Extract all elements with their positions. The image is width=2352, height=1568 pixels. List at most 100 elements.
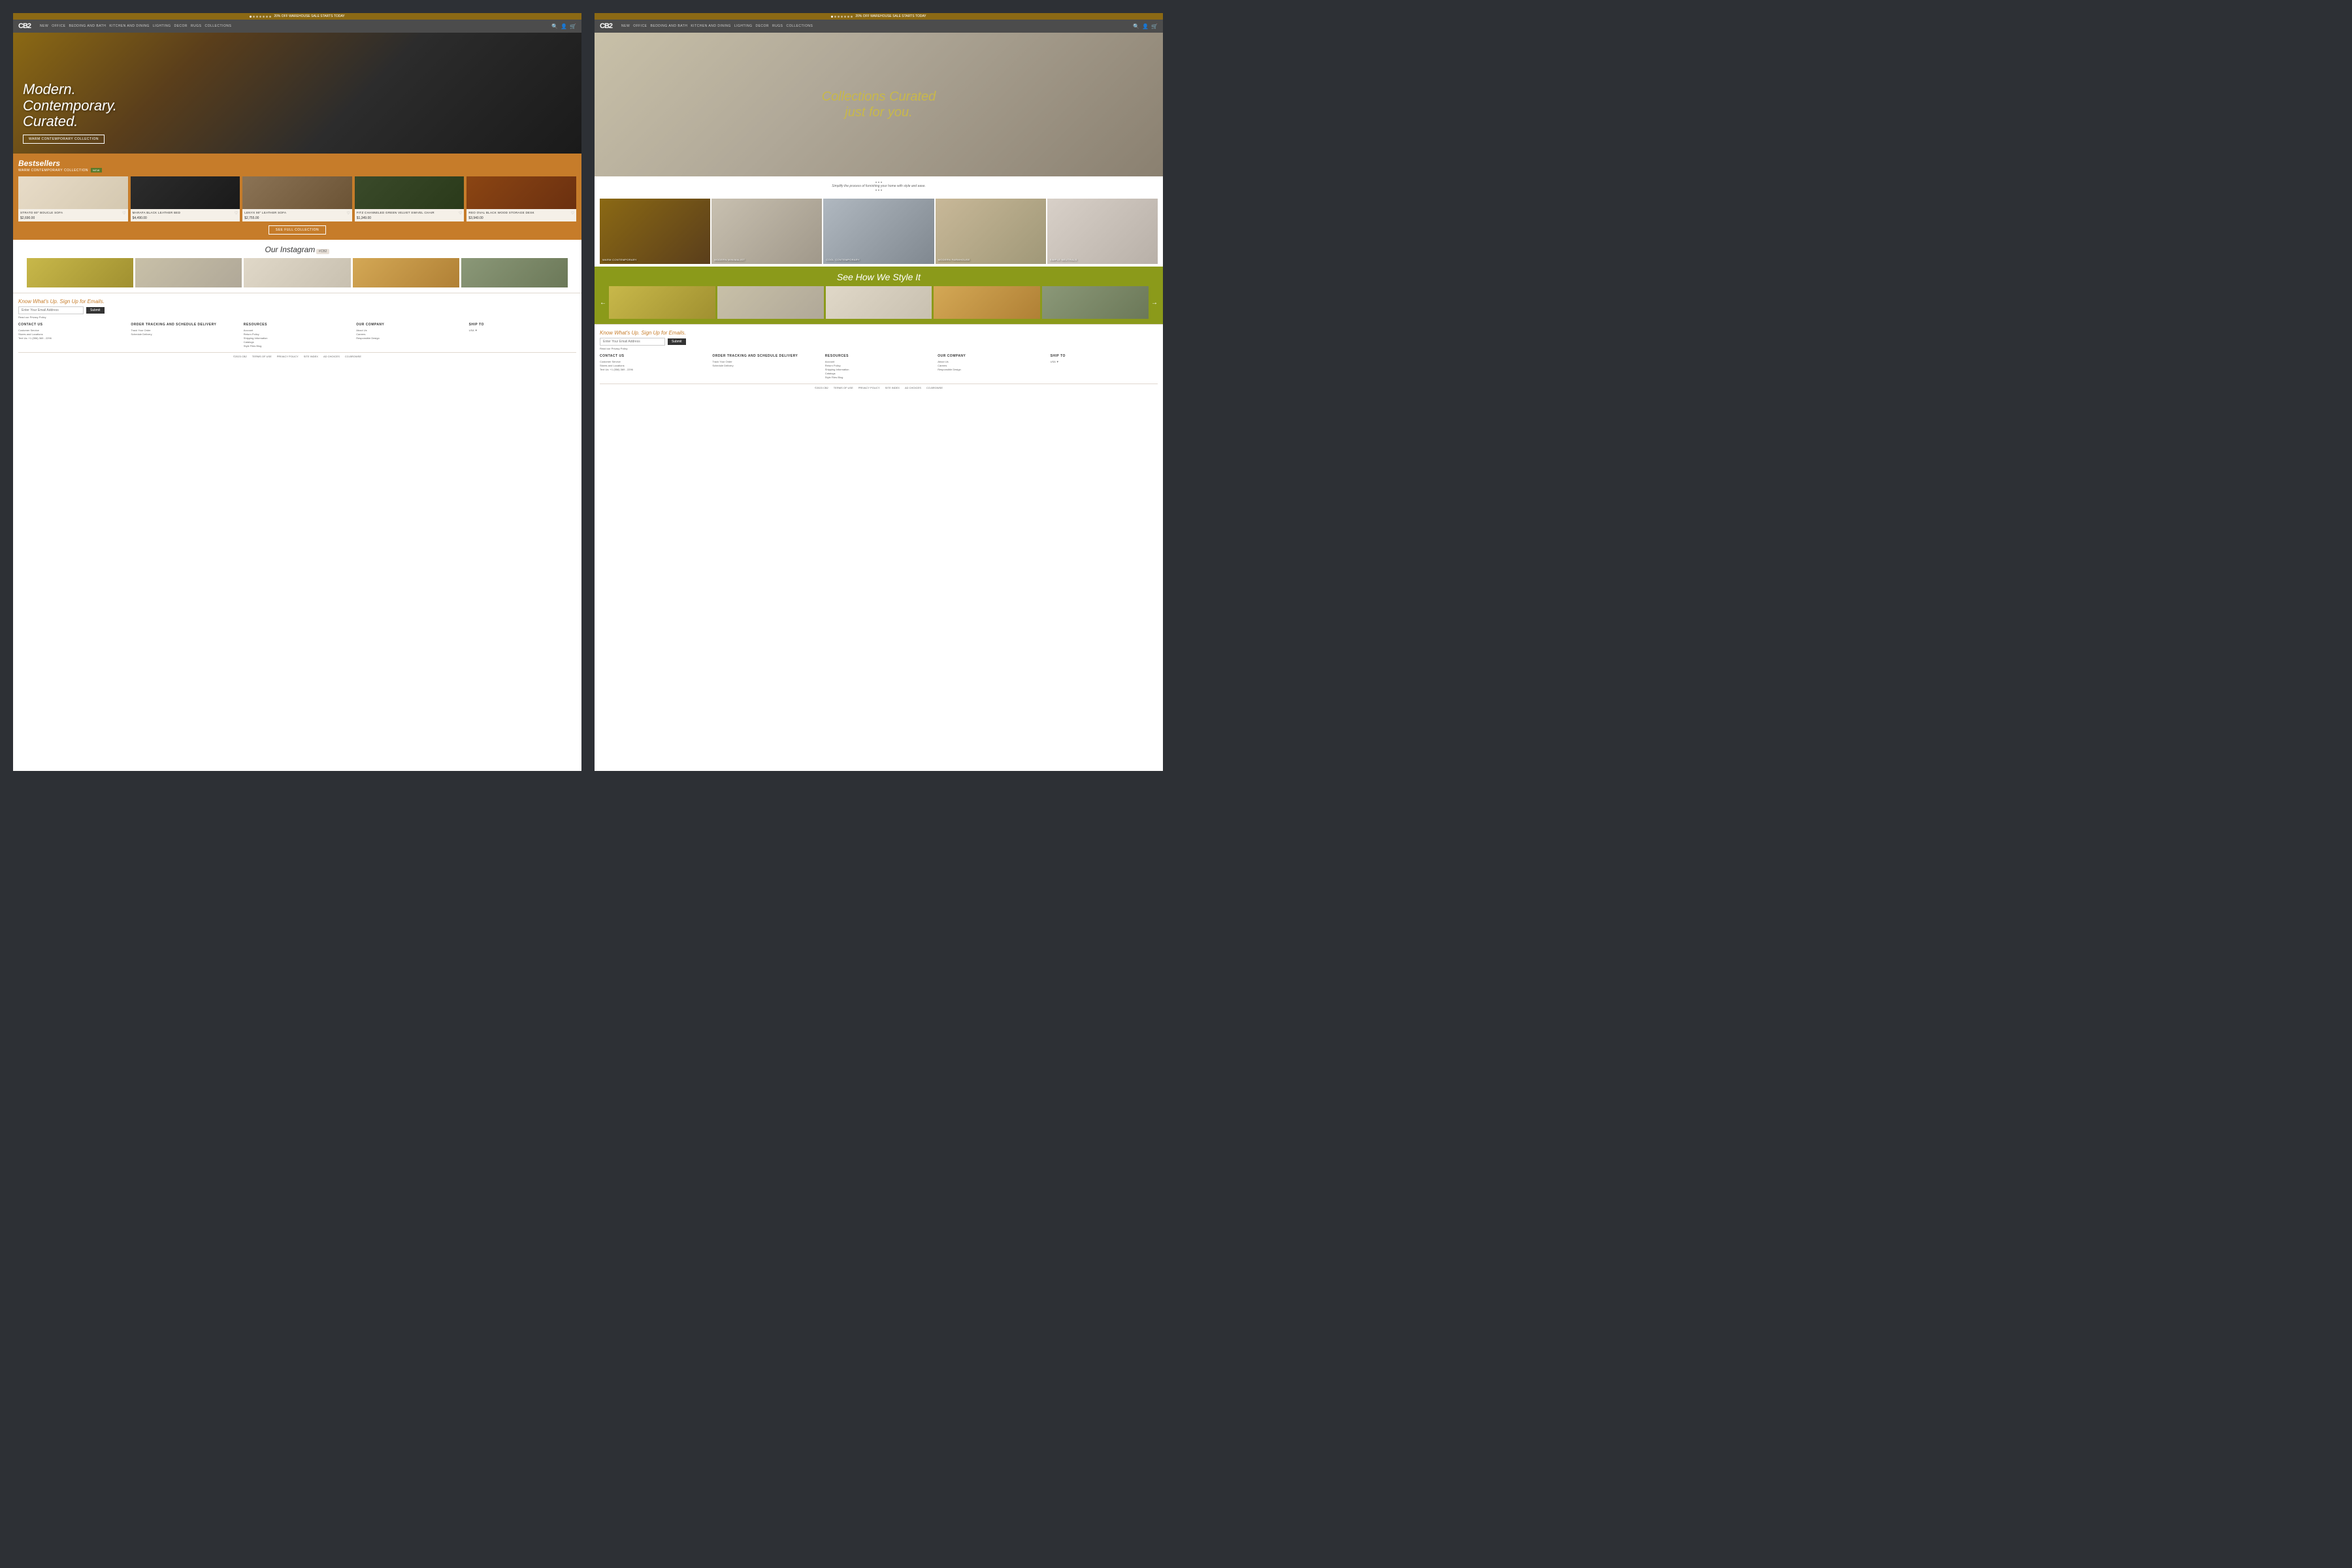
footer-r-link-careers[interactable]: Careers bbox=[938, 364, 1045, 367]
nav-r-rugs[interactable]: RUGS bbox=[772, 24, 783, 28]
footer-r-cobrowse[interactable]: CO-BROWSE bbox=[926, 386, 943, 389]
brand-logo[interactable]: CB2 bbox=[18, 22, 31, 30]
footer-link-return[interactable]: Return Policy bbox=[244, 333, 351, 336]
wishlist-icon-0[interactable]: ♡ bbox=[122, 211, 125, 216]
product-image-0[interactable] bbox=[18, 176, 128, 209]
nav-r-decor[interactable]: DECOR bbox=[755, 24, 769, 28]
footer-r-link-return[interactable]: Return Policy bbox=[825, 364, 932, 367]
product-image-1[interactable] bbox=[131, 176, 240, 209]
nav-item-decor[interactable]: DECOR bbox=[174, 24, 188, 28]
search-icon[interactable]: 🔍 bbox=[551, 24, 558, 29]
wishlist-icon-1[interactable]: ♡ bbox=[235, 211, 238, 216]
footer-r-link-track[interactable]: Track Your Order bbox=[712, 360, 819, 363]
cart-icon-right[interactable]: 🛒 bbox=[1151, 24, 1158, 29]
footer-r-link-customer-service[interactable]: Customer Service bbox=[600, 360, 707, 363]
nav-item-rugs[interactable]: RUGS bbox=[191, 24, 201, 28]
nav-item-kitchen[interactable]: KITCHEN AND DINING bbox=[109, 24, 150, 28]
instagram-handle[interactable]: #CB2 bbox=[316, 249, 330, 254]
instagram-image-3[interactable] bbox=[244, 258, 350, 287]
footer-r-terms[interactable]: TERMS OF USE bbox=[834, 386, 853, 389]
nav-r-lighting[interactable]: LIGHTING bbox=[734, 24, 753, 28]
footer-r-link-catalogs[interactable]: Catalogs bbox=[825, 372, 932, 375]
instagram-image-5[interactable] bbox=[461, 258, 568, 287]
nav-r-new[interactable]: NEW bbox=[621, 24, 630, 28]
product-image-3[interactable] bbox=[355, 176, 465, 209]
collection-item-2[interactable]: COOL CONTEMPORARY bbox=[823, 199, 934, 264]
footer-link-schedule[interactable]: Schedule Delivery bbox=[131, 333, 238, 336]
footer-r-link-schedule[interactable]: Schedule Delivery bbox=[712, 364, 819, 367]
footer-link-stores[interactable]: Stores and Locations bbox=[18, 333, 125, 336]
footer-r-link-blog[interactable]: Style Files Blog bbox=[825, 376, 932, 379]
footer-link-blog[interactable]: Style Files Blog bbox=[244, 344, 351, 348]
wishlist-icon-4[interactable]: ♡ bbox=[571, 211, 574, 216]
product-image-4[interactable] bbox=[466, 176, 576, 209]
wishlist-icon-3[interactable]: ♡ bbox=[459, 211, 462, 216]
search-icon-right[interactable]: 🔍 bbox=[1133, 24, 1139, 29]
footer-r-site-index[interactable]: SITE INDEX bbox=[885, 386, 900, 389]
nav-r-bedding[interactable]: BEDDING AND BATH bbox=[651, 24, 688, 28]
footer-link-catalogs[interactable]: Catalogs bbox=[244, 340, 351, 344]
carousel-left-arrow[interactable]: ← bbox=[18, 269, 25, 276]
style-image-5[interactable] bbox=[1042, 286, 1149, 319]
collection-item-4[interactable]: SIMPLE NEUTRALS bbox=[1047, 199, 1158, 264]
footer-link-about[interactable]: About Us bbox=[356, 329, 463, 332]
nav-r-kitchen[interactable]: KITCHEN AND DINING bbox=[691, 24, 731, 28]
nav-r-office[interactable]: OFFICE bbox=[633, 24, 647, 28]
style-carousel-left-arrow[interactable]: ← bbox=[600, 299, 606, 306]
account-icon[interactable]: 👤 bbox=[561, 24, 567, 29]
footer-r-link-about[interactable]: About Us bbox=[938, 360, 1045, 363]
instagram-image-2[interactable] bbox=[135, 258, 242, 287]
footer-link-account[interactable]: Account bbox=[244, 329, 351, 332]
wishlist-icon-2[interactable]: ♡ bbox=[346, 211, 350, 216]
hero-cta-button[interactable]: WARM CONTEMPORARY COLLECTION bbox=[23, 135, 105, 144]
footer-link-track[interactable]: Track Your Order bbox=[131, 329, 238, 332]
style-image-1[interactable] bbox=[609, 286, 715, 319]
instagram-image-1[interactable] bbox=[27, 258, 133, 287]
footer-r-link-usa[interactable]: USA ▼ bbox=[1051, 360, 1158, 363]
footer-r-link-account[interactable]: Account bbox=[825, 360, 932, 363]
style-carousel-right-arrow[interactable]: → bbox=[1151, 299, 1158, 306]
brand-logo-right[interactable]: CB2 bbox=[600, 22, 612, 30]
footer-submit-button-right[interactable]: Submit bbox=[668, 338, 686, 345]
footer-cobrowse[interactable]: CO-BROWSE bbox=[345, 355, 361, 358]
see-full-collection-button[interactable]: SEE FULL COLLECTION bbox=[269, 225, 326, 235]
account-icon-right[interactable]: 👤 bbox=[1142, 24, 1149, 29]
instagram-image-4[interactable] bbox=[353, 258, 459, 287]
footer-ad-choices[interactable]: AD CHOICES bbox=[323, 355, 340, 358]
footer-email-input[interactable] bbox=[18, 306, 84, 314]
nav-r-collections[interactable]: COLLECTIONS bbox=[787, 24, 813, 28]
footer-r-privacy[interactable]: PRIVACY POLICY bbox=[858, 386, 880, 389]
footer-r-ad-choices[interactable]: AD CHOICES bbox=[905, 386, 921, 389]
nav-item-office[interactable]: OFFICE bbox=[52, 24, 65, 28]
footer-link-careers[interactable]: Careers bbox=[356, 333, 463, 336]
nav-item-collections[interactable]: COLLECTIONS bbox=[205, 24, 232, 28]
footer-privacy[interactable]: PRIVACY POLICY bbox=[277, 355, 299, 358]
nav-item-new[interactable]: NEW bbox=[40, 24, 48, 28]
carousel-right-arrow[interactable]: → bbox=[570, 269, 576, 276]
footer-email-input-right[interactable] bbox=[600, 338, 665, 346]
footer-r-link-responsible[interactable]: Responsible Design bbox=[938, 368, 1045, 371]
style-image-3[interactable] bbox=[826, 286, 932, 319]
footer-link-shipping[interactable]: Shipping Information bbox=[244, 336, 351, 340]
promo-banner-right[interactable]: 20% OFF WAREHOUSE SALE STARTS TODAY bbox=[595, 13, 1163, 20]
footer-terms[interactable]: TERMS OF USE bbox=[252, 355, 272, 358]
collection-item-3[interactable]: MODERN FARMHOUSE bbox=[936, 199, 1046, 264]
footer-privacy-link-right[interactable]: Read our Privacy Policy bbox=[600, 347, 1158, 350]
collection-item-1[interactable]: MODERN MINIMALIST bbox=[711, 199, 822, 264]
product-image-2[interactable] bbox=[242, 176, 352, 209]
footer-r-link-shipping[interactable]: Shipping Information bbox=[825, 368, 932, 371]
footer-r-link-stores[interactable]: Stores and Locations bbox=[600, 364, 707, 367]
footer-link-responsible[interactable]: Responsible Design bbox=[356, 336, 463, 340]
cart-icon[interactable]: 🛒 bbox=[570, 24, 576, 29]
nav-item-lighting[interactable]: LIGHTING bbox=[153, 24, 171, 28]
promo-banner[interactable]: 20% OFF WAREHOUSE SALE STARTS TODAY bbox=[13, 13, 581, 20]
footer-privacy-link[interactable]: Read our Privacy Policy bbox=[18, 316, 576, 319]
style-image-2[interactable] bbox=[717, 286, 824, 319]
collection-item-0[interactable]: WARM CONTEMPORARY bbox=[600, 199, 710, 264]
footer-submit-button[interactable]: Submit bbox=[86, 307, 105, 314]
footer-site-index[interactable]: SITE INDEX bbox=[304, 355, 318, 358]
style-image-4[interactable] bbox=[934, 286, 1040, 319]
footer-link-customer-service[interactable]: Customer Service bbox=[18, 329, 125, 332]
nav-item-bedding[interactable]: BEDDING AND BATH bbox=[69, 24, 106, 28]
footer-link-usa[interactable]: USA ▼ bbox=[469, 329, 576, 332]
